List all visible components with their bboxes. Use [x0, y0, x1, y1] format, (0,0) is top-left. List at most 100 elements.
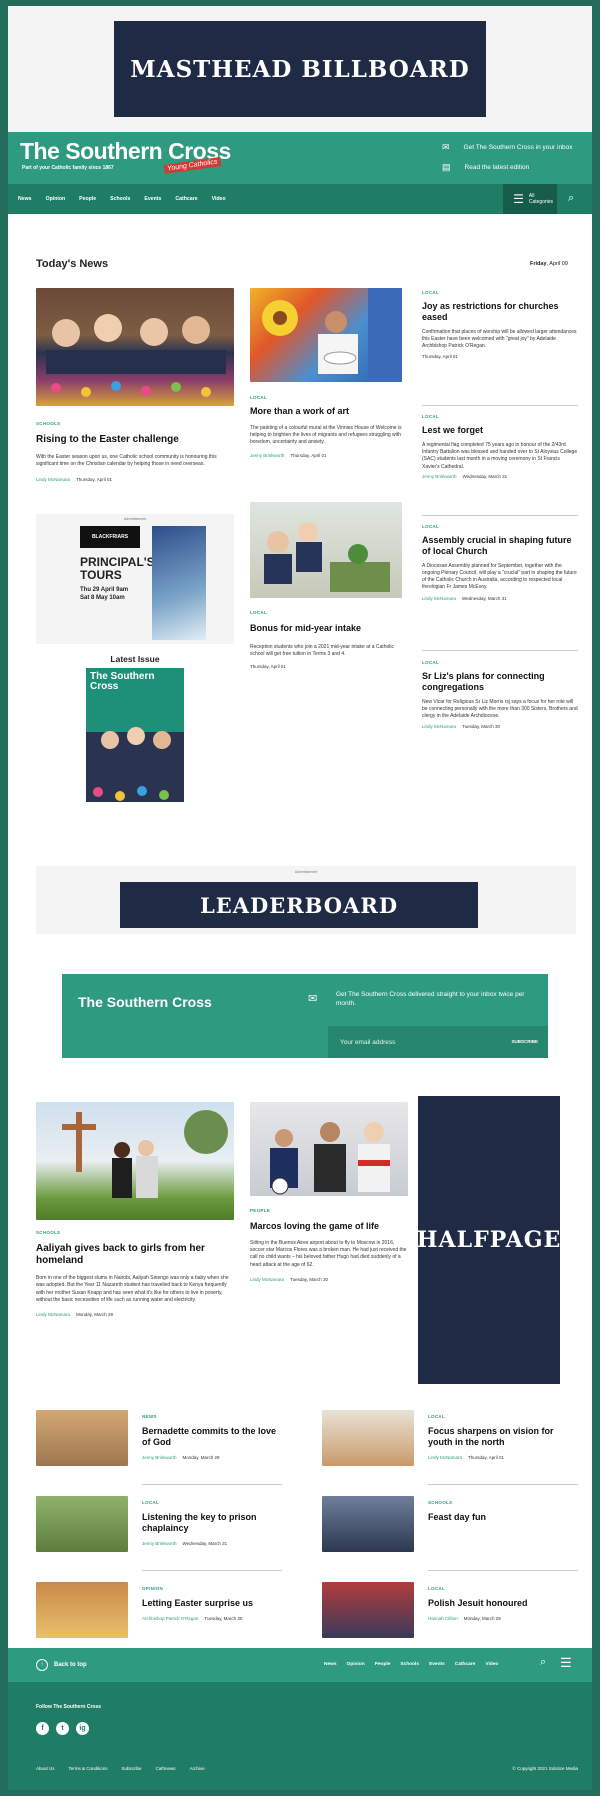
latest-issue-label: Latest Issue — [110, 654, 160, 664]
featured-article-2[interactable]: LOCAL More than a work of art The painti… — [250, 288, 402, 458]
footer-nav-video[interactable]: Video — [485, 1662, 498, 1667]
second-article-1[interactable]: SCHOOLS Aaliyah gives back to girls from… — [36, 1102, 234, 1317]
footer-link-about[interactable]: About Us — [36, 1766, 55, 1771]
small-article-6[interactable]: LOCAL Polish Jesuit honoured Hannah Clif… — [428, 1586, 578, 1621]
back-to-top-button[interactable]: ↑ Back to top — [36, 1659, 87, 1671]
divider — [142, 1484, 282, 1485]
article-excerpt: Sitting in the Buenos Aires airport abou… — [250, 1239, 407, 1268]
copyright-text: © Copyright 2021 Solstice Media — [512, 1766, 578, 1771]
article-headline[interactable]: More than a work of art — [250, 406, 402, 417]
article-meta: Hannah Clifton Monday, March 29 — [428, 1615, 501, 1621]
mail-icon: ✉ — [442, 142, 450, 152]
footer-nav-schools[interactable]: Schools — [400, 1662, 419, 1667]
inline-ad[interactable]: Advertisement BLACKFRIARS PRINCIPAL'S TOU… — [36, 514, 234, 644]
second-article-2[interactable]: PEOPLE Marcos loving the game of life Si… — [250, 1102, 408, 1282]
search-icon[interactable]: ⌕ — [568, 192, 574, 205]
article-image[interactable] — [250, 1102, 408, 1196]
footer-nav-events[interactable]: Events — [429, 1662, 445, 1667]
article-thumbnail[interactable] — [322, 1410, 414, 1466]
article-meta: Thursday, April 01 — [422, 354, 458, 360]
article-headline[interactable]: Bonus for mid-year intake — [250, 623, 402, 634]
nav-item-events[interactable]: Events — [144, 196, 161, 202]
divider — [428, 1484, 578, 1485]
article-headline[interactable]: Joy as restrictions for churches eased — [422, 301, 578, 323]
site-header: The Southern Cross Part of your Catholic… — [8, 132, 592, 184]
article-headline[interactable]: Bernadette commits to the love of God — [142, 1426, 282, 1448]
subscribe-button[interactable]: SUBSCRIBE — [511, 1039, 538, 1044]
current-date: Friday, April 09 — [530, 261, 568, 267]
footer-link-cathnews[interactable]: Cathnews — [156, 1766, 176, 1771]
twitter-icon[interactable]: t — [56, 1722, 69, 1735]
article-image[interactable] — [36, 288, 234, 406]
footer-link-subscribe[interactable]: Subscribe — [122, 1766, 142, 1771]
article-headline[interactable]: Lest we forget — [422, 425, 578, 436]
small-article-3[interactable]: LOCAL Listening the key to prison chapla… — [142, 1500, 282, 1546]
menu-icon[interactable]: ☰ — [560, 1655, 572, 1671]
article-image[interactable] — [250, 288, 402, 382]
classroom-photo — [264, 522, 390, 592]
footer-links: About Us Terms & Conditions Subscribe Ca… — [36, 1766, 205, 1771]
footer-nav-people[interactable]: People — [375, 1662, 391, 1667]
article-thumbnail[interactable] — [322, 1582, 414, 1638]
article-meta: Lindy McNamara Monday, March 29 — [36, 1312, 113, 1317]
right-article-3[interactable]: LOCAL Assembly crucial in shaping future… — [422, 524, 578, 601]
article-headline[interactable]: Polish Jesuit honoured — [428, 1598, 578, 1609]
search-icon[interactable]: ⌕ — [540, 1656, 546, 1669]
small-article-1[interactable]: NEWS Bernadette commits to the love of G… — [142, 1414, 282, 1460]
latest-edition-link[interactable]: ▤ Read the latest edition — [442, 162, 529, 173]
featured-article-1[interactable]: SCHOOLS Rising to the Easter challenge W… — [36, 288, 234, 482]
nav-item-opinion[interactable]: Opinion — [46, 196, 66, 202]
nav-item-news[interactable]: News — [18, 196, 32, 202]
latest-edition-label: Read the latest edition — [464, 164, 530, 171]
footer-nav-news[interactable]: News — [324, 1662, 337, 1667]
footer-link-terms[interactable]: Terms & Conditions — [69, 1766, 108, 1771]
footer-nav-opinion[interactable]: Opinion — [347, 1662, 365, 1667]
newsletter-link[interactable]: ✉ Get The Southern Cross in your inbox — [442, 142, 573, 153]
right-article-2[interactable]: LOCAL Lest we forget A regimental flag c… — [422, 414, 578, 479]
article-headline[interactable]: Sr Liz's plans for connecting congregati… — [422, 671, 578, 693]
small-article-5[interactable]: OPINION Letting Easter surprise us Archb… — [142, 1586, 282, 1621]
right-article-4[interactable]: LOCAL Sr Liz's plans for connecting cong… — [422, 660, 578, 729]
page: MASTHEAD BILLBOARD The Southern Cross Pa… — [8, 6, 592, 1790]
instagram-icon[interactable]: ig — [76, 1722, 89, 1735]
article-headline[interactable]: Letting Easter surprise us — [142, 1598, 282, 1609]
masthead-billboard-ad[interactable]: MASTHEAD BILLBOARD — [114, 21, 486, 117]
article-headline[interactable]: Aaliyah gives back to girls from her hom… — [36, 1243, 234, 1267]
article-image[interactable] — [250, 502, 402, 598]
article-thumbnail[interactable] — [36, 1496, 128, 1552]
article-category: SCHOOLS — [428, 1500, 453, 1505]
article-image[interactable] — [36, 1102, 234, 1220]
article-thumbnail[interactable] — [36, 1410, 128, 1466]
nav-item-schools[interactable]: Schools — [110, 196, 130, 202]
newsletter-signup: The Southern Cross ✉ Get The Southern Cr… — [62, 974, 548, 1058]
article-headline[interactable]: Marcos loving the game of life — [250, 1221, 408, 1232]
facebook-icon[interactable]: f — [36, 1722, 49, 1735]
article-headline[interactable]: Focus sharpens on vision for youth in th… — [428, 1426, 578, 1448]
article-headline[interactable]: Rising to the Easter challenge — [36, 434, 234, 446]
cover-photo — [86, 727, 184, 816]
newsletter-title: The Southern Cross — [78, 994, 212, 1010]
nav-item-video[interactable]: Video — [212, 196, 226, 202]
nav-item-cathcare[interactable]: Cathcare — [175, 196, 197, 202]
small-article-2[interactable]: LOCAL Focus sharpens on vision for youth… — [428, 1414, 578, 1460]
right-article-1[interactable]: LOCAL Joy as restrictions for churches e… — [422, 290, 578, 359]
leaderboard-ad[interactable]: LEADERBOARD — [120, 882, 478, 928]
nav-item-people[interactable]: People — [79, 196, 96, 202]
footer-nav-cathcare[interactable]: Cathcare — [455, 1662, 476, 1667]
small-article-4[interactable]: SCHOOLS Feast day fun — [428, 1500, 578, 1523]
arrow-up-icon: ↑ — [36, 1659, 48, 1671]
article-thumbnail[interactable] — [36, 1582, 128, 1638]
featured-article-3[interactable]: LOCAL Bonus for mid-year intake Receptio… — [250, 502, 402, 669]
footer-nav: News Opinion People Schools Events Cathc… — [324, 1662, 498, 1667]
article-headline[interactable]: Assembly crucial in shaping future of lo… — [422, 535, 578, 557]
article-headline[interactable]: Listening the key to prison chaplaincy — [142, 1512, 282, 1534]
newsletter-text: Get The Southern Cross delivered straigh… — [336, 991, 525, 1008]
all-categories-button[interactable]: ☰ All Categories — [503, 184, 557, 214]
menu-icon: ☰ — [513, 192, 524, 206]
divider — [142, 1570, 282, 1571]
latest-issue-cover[interactable]: The Southern Cross — [86, 668, 184, 816]
footer-link-archive[interactable]: Archive — [190, 1766, 205, 1771]
halfpage-ad[interactable]: HALFPAGE — [417, 1096, 560, 1384]
article-thumbnail[interactable] — [322, 1496, 414, 1552]
article-headline[interactable]: Feast day fun — [428, 1512, 578, 1523]
